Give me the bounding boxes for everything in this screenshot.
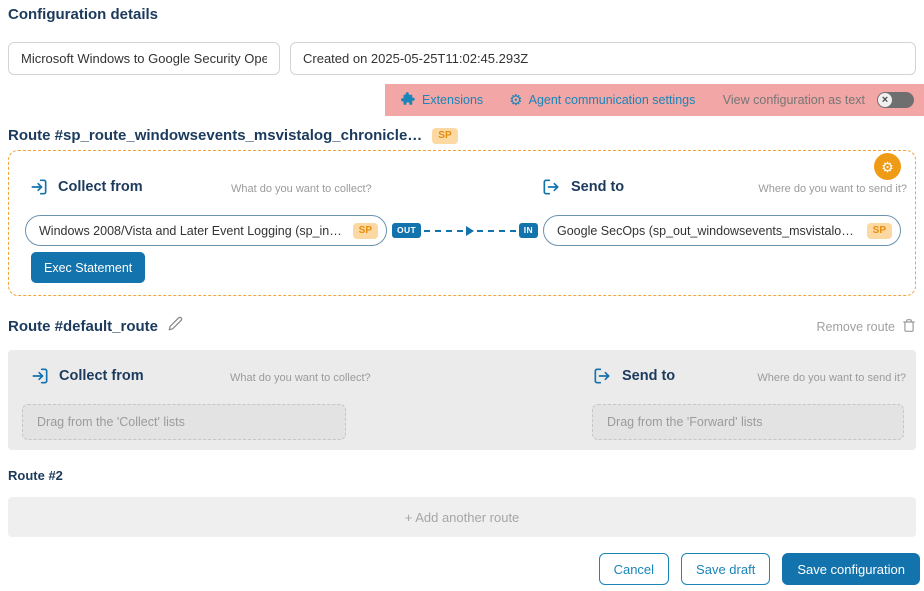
collect-from-hint: What do you want to collect? xyxy=(231,183,372,195)
configuration-page: Configuration details Extensions ⚙ Agent… xyxy=(0,0,924,591)
route-settings-button[interactable]: ⚙ xyxy=(874,153,901,180)
extensions-button[interactable]: Extensions xyxy=(401,91,483,109)
cancel-button[interactable]: Cancel xyxy=(599,553,669,585)
source-pill-label: Windows 2008/Vista and Later Event Loggi… xyxy=(39,224,345,238)
send-to-hint: Where do you want to send it? xyxy=(757,372,906,384)
connection-line: OUT IN xyxy=(387,223,543,238)
add-route-label: + Add another route xyxy=(405,510,520,525)
dashed-line xyxy=(477,230,516,232)
add-route-button[interactable]: + Add another route xyxy=(8,497,916,537)
in-badge: IN xyxy=(519,223,538,238)
save-configuration-button[interactable]: Save configuration xyxy=(782,553,920,585)
edit-icon[interactable] xyxy=(168,316,183,336)
view-as-text-label: View configuration as text xyxy=(723,93,865,107)
default-route-title: Route #default_route xyxy=(8,318,158,335)
exec-statement-button[interactable]: Exec Statement xyxy=(31,252,145,283)
puzzle-icon xyxy=(401,91,416,109)
save-draft-button[interactable]: Save draft xyxy=(681,553,770,585)
trash-icon xyxy=(902,318,916,336)
config-description-input[interactable] xyxy=(290,42,916,75)
route1-card: ⚙ Collect from What do you want to colle… xyxy=(8,150,916,296)
collect-from-icon xyxy=(30,366,50,386)
destination-sp-badge: SP xyxy=(867,223,892,239)
toggle-close-icon: × xyxy=(878,93,892,107)
source-sp-badge: SP xyxy=(353,223,378,239)
send-to-hint: Where do you want to send it? xyxy=(758,183,907,195)
arrow-right-icon xyxy=(466,226,474,236)
default-route-header: Route #default_route Remove route xyxy=(8,316,916,338)
out-badge: OUT xyxy=(392,223,421,238)
collect-dropzone[interactable]: Drag from the 'Collect' lists xyxy=(22,404,346,440)
send-to-label: Send to xyxy=(622,368,675,384)
collect-from-icon xyxy=(29,177,49,197)
remove-route-button[interactable]: Remove route xyxy=(816,318,916,336)
send-to-label: Send to xyxy=(571,179,624,195)
extensions-label: Extensions xyxy=(422,93,483,107)
send-to-icon xyxy=(592,366,612,386)
route1-header: Route #sp_route_windowsevents_msvistalog… xyxy=(8,127,458,144)
destination-pill[interactable]: Google SecOps (sp_out_windowsevents_msvi… xyxy=(543,215,901,246)
forward-dropzone[interactable]: Drag from the 'Forward' lists xyxy=(592,404,904,440)
route1-sp-badge: SP xyxy=(432,128,457,144)
collect-from-label: Collect from xyxy=(58,179,143,195)
default-route-card: Collect from What do you want to collect… xyxy=(8,350,916,450)
send-to-icon xyxy=(541,177,561,197)
gear-icon: ⚙ xyxy=(509,93,522,108)
footer-actions: Cancel Save draft Save configuration xyxy=(599,553,920,585)
remove-route-label: Remove route xyxy=(816,320,895,334)
collect-from-label: Collect from xyxy=(59,368,144,384)
source-pill[interactable]: Windows 2008/Vista and Later Event Loggi… xyxy=(25,215,387,246)
config-name-input[interactable] xyxy=(8,42,280,75)
destination-pill-label: Google SecOps (sp_out_windowsevents_msvi… xyxy=(557,224,859,238)
config-toolbar: Extensions ⚙ Agent communication setting… xyxy=(385,84,924,116)
route1-connection-row: Windows 2008/Vista and Later Event Loggi… xyxy=(25,215,901,246)
route2-title: Route #2 xyxy=(8,468,63,483)
agent-settings-label: Agent communication settings xyxy=(529,93,696,107)
page-title: Configuration details xyxy=(8,6,158,23)
route1-title: Route #sp_route_windowsevents_msvistalog… xyxy=(8,127,422,144)
gear-icon: ⚙ xyxy=(881,160,894,174)
collect-from-hint: What do you want to collect? xyxy=(230,372,371,384)
agent-settings-button[interactable]: ⚙ Agent communication settings xyxy=(509,93,695,108)
view-as-text-toggle[interactable]: × xyxy=(877,92,914,108)
dashed-line xyxy=(424,230,463,232)
